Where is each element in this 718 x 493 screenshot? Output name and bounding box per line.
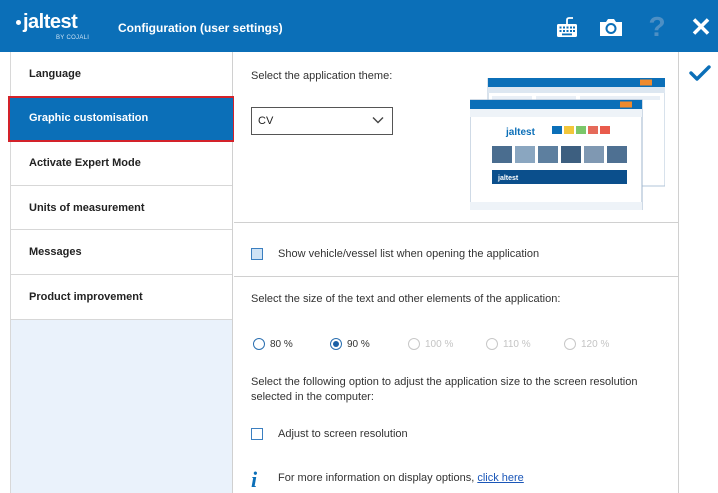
jaltest-logo: jaltest BY COJALI — [16, 11, 96, 43]
theme-label: Select the application theme: — [251, 70, 393, 82]
info-text-body: For more information on display options, — [278, 472, 475, 484]
radio-button[interactable] — [330, 338, 342, 350]
sidebar-item-units[interactable]: Units of measurement — [11, 185, 232, 231]
resolution-label-cont: selected in the computer: — [251, 391, 374, 403]
sidebar-item-label: Language — [29, 67, 81, 80]
sidebar-item-label: Graphic customisation — [29, 112, 149, 125]
radio-button — [408, 338, 420, 350]
adjust-resolution-checkbox[interactable] — [251, 428, 263, 440]
close-icon[interactable]: ✕ — [686, 12, 716, 42]
header-bar: jaltest BY COJALI Configuration (user se… — [0, 0, 718, 52]
size-radio-group: 80 % 90 % 100 % 110 % 120 % — [253, 338, 673, 354]
radio-label: 100 % — [425, 338, 454, 350]
sidebar-item-label: Units of measurement — [29, 201, 145, 214]
radio-80[interactable]: 80 % — [253, 338, 293, 350]
click-here-link[interactable]: click here — [477, 472, 523, 484]
radio-label: 80 % — [270, 338, 293, 350]
settings-content: Select the application theme: CV jaltest — [234, 52, 678, 493]
camera-icon[interactable] — [596, 14, 626, 40]
radio-90[interactable]: 90 % — [330, 338, 370, 350]
show-list-label: Show vehicle/vessel list when opening th… — [278, 248, 540, 260]
action-rail — [678, 52, 718, 493]
svg-text:jaltest: jaltest — [497, 175, 519, 182]
section-divider — [234, 222, 678, 223]
keyboard-icon[interactable] — [552, 14, 582, 40]
sidebar-item-expert-mode[interactable]: Activate Expert Mode — [11, 141, 232, 186]
show-list-checkbox[interactable] — [251, 248, 263, 260]
radio-100: 100 % — [408, 338, 453, 350]
help-icon[interactable]: ? — [642, 11, 672, 42]
sidebar-item-label: Activate Expert Mode — [29, 156, 141, 169]
resolution-label: Select the following option to adjust th… — [251, 376, 638, 388]
radio-120: 120 % — [564, 338, 609, 350]
radio-label: 120 % — [581, 338, 610, 350]
sidebar-item-label: Product improvement — [29, 290, 143, 303]
radio-button[interactable] — [253, 338, 265, 350]
adjust-resolution-label: Adjust to screen resolution — [278, 428, 408, 440]
sidebar-item-label: Messages — [29, 246, 82, 259]
theme-dropdown[interactable]: CV — [251, 107, 393, 135]
sidebar-item-language[interactable]: Language — [11, 52, 232, 97]
configuration-window: jaltest BY COJALI Configuration (user se… — [0, 0, 718, 493]
svg-text:jaltest: jaltest — [505, 127, 536, 138]
radio-button — [564, 338, 576, 350]
info-icon: i — [251, 467, 258, 492]
logo-text: jaltest — [23, 11, 78, 33]
radio-label: 110 % — [503, 338, 531, 350]
theme-preview-image: jaltest jaltest — [470, 78, 665, 210]
chevron-down-icon — [372, 117, 384, 124]
radio-button — [486, 338, 498, 350]
section-divider — [234, 276, 678, 277]
info-text: For more information on display options,… — [278, 472, 524, 484]
radio-110: 110 % — [486, 338, 531, 350]
sidebar-item-product-improvement[interactable]: Product improvement — [11, 274, 232, 320]
sidebar-item-graphic-customisation[interactable]: Graphic customisation — [8, 95, 235, 143]
settings-sidebar: Language Graphic customisation Activate … — [8, 52, 235, 493]
sidebar-item-messages[interactable]: Messages — [11, 230, 232, 275]
size-label: Select the size of the text and other el… — [251, 293, 561, 305]
theme-value: CV — [258, 115, 274, 127]
window-title: Configuration (user settings) — [118, 21, 283, 35]
checkmark-icon[interactable] — [689, 64, 711, 82]
logo-subtext: BY COJALI — [56, 35, 90, 41]
radio-label: 90 % — [347, 338, 370, 350]
